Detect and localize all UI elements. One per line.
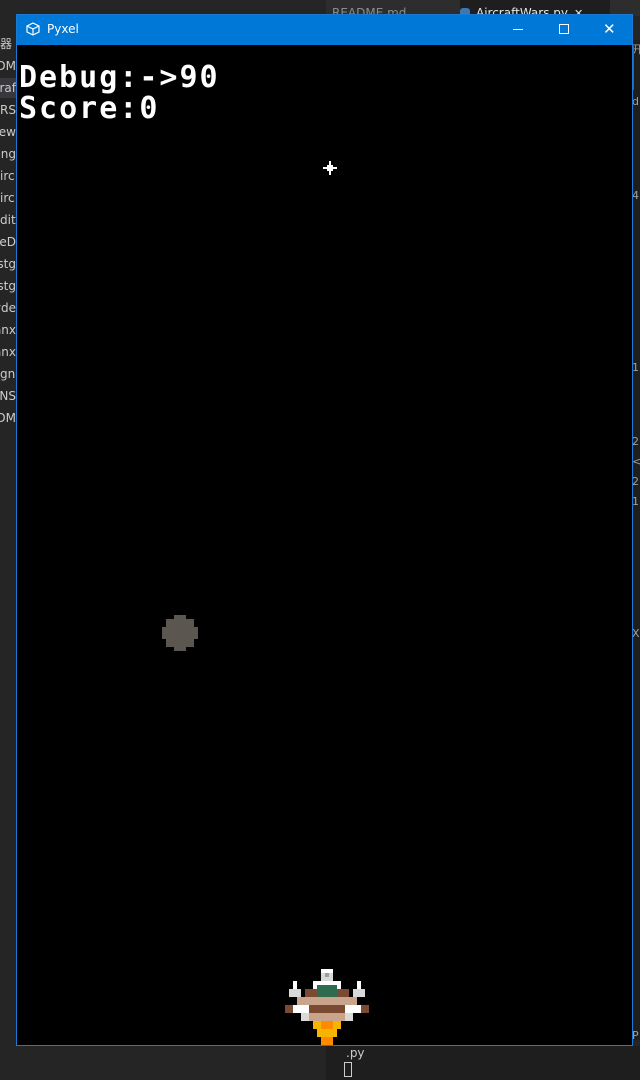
explorer-item[interactable]: 器: [0, 34, 16, 54]
debug-readout: Debug:->90: [19, 60, 220, 95]
editor-gutter: 开 d 4 1 2 <2 1 X P: [632, 40, 640, 1040]
explorer-item[interactable]: anx: [0, 320, 16, 340]
game-canvas[interactable]: Debug:->90 Score:0: [17, 45, 632, 1045]
sparkle-icon: [323, 161, 337, 175]
gutter-glyph: 1: [632, 361, 639, 374]
file-explorer: 器 IDM raf ARS new png irc irc dit reD rstg rstg vde a…: [0, 16, 16, 1080]
minimize-icon: [513, 29, 523, 30]
gutter-glyph: <: [632, 455, 640, 468]
explorer-item[interactable]: png: [0, 144, 16, 164]
maximize-icon: [559, 24, 569, 34]
gutter-glyph: 2: [632, 435, 639, 448]
explorer-item[interactable]: new: [0, 122, 16, 142]
pyxel-window: Pyxel ✕ Debug:->90 Score:0: [16, 14, 633, 1046]
explorer-item[interactable]: ENS: [0, 386, 16, 406]
window-title: Pyxel: [47, 22, 79, 36]
gutter-glyph: X: [632, 627, 640, 640]
pyxel-cube-icon: [26, 22, 40, 36]
explorer-item[interactable]: rstg: [0, 254, 16, 274]
player-aircraft-icon: [285, 969, 369, 1045]
gutter-glyph: 1: [632, 495, 639, 508]
minimize-button[interactable]: [495, 15, 541, 45]
explorer-item[interactable]: irc: [0, 166, 16, 186]
terminal-text: .py: [346, 1046, 365, 1060]
explorer-item[interactable]: gn: [0, 364, 16, 384]
gutter-glyph: 4: [632, 189, 639, 202]
terminal-strip: [326, 1046, 640, 1080]
gutter-glyph: d: [632, 95, 639, 108]
explorer-item[interactable]: IDM: [0, 56, 16, 76]
explorer-item[interactable]: anx: [0, 342, 16, 362]
explorer-item[interactable]: raf: [0, 78, 16, 98]
explorer-item[interactable]: dit: [0, 210, 16, 230]
terminal-cursor: [344, 1062, 352, 1077]
score-readout: Score:0: [19, 91, 160, 126]
explorer-item[interactable]: vde: [0, 298, 16, 318]
gutter-glyph: 2: [632, 475, 639, 488]
explorer-item[interactable]: ARS: [0, 100, 16, 120]
explorer-item[interactable]: irc: [0, 188, 16, 208]
close-icon: ✕: [603, 20, 616, 38]
explorer-item[interactable]: DM: [0, 408, 16, 428]
window-titlebar[interactable]: Pyxel ✕: [17, 15, 632, 45]
close-button[interactable]: ✕: [587, 15, 633, 45]
explorer-item[interactable]: rstg: [0, 276, 16, 296]
maximize-button[interactable]: [541, 15, 587, 45]
explorer-item[interactable]: reD: [0, 232, 16, 252]
enemy-bullet-icon: [162, 615, 198, 651]
